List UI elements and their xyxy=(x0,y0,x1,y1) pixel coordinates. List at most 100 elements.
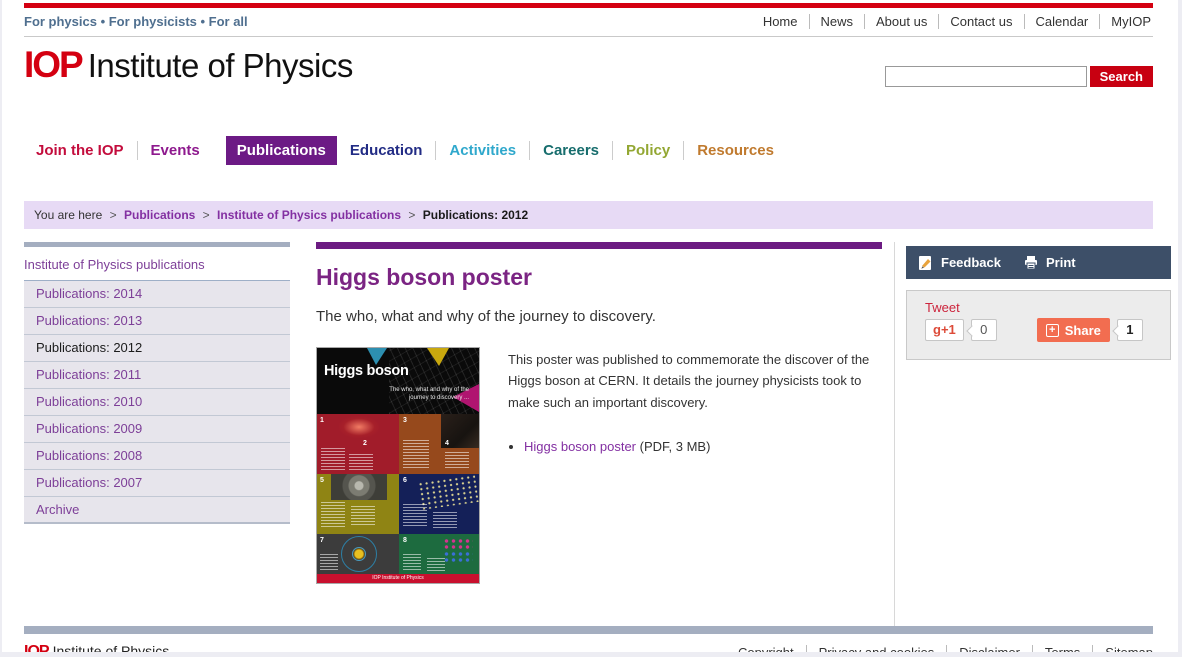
poster-detail xyxy=(349,454,373,470)
poster-yellow-triangle xyxy=(427,348,449,366)
sidebar-item-publications-2010[interactable]: Publications: 2010 xyxy=(24,389,290,416)
poster-orbit-center xyxy=(352,547,366,561)
sidebar-item-archive[interactable]: Archive xyxy=(24,497,290,524)
nav-policy[interactable]: Policy xyxy=(612,141,683,160)
breadcrumb-prefix: You are here xyxy=(34,208,102,222)
poster-panel-number: 3 xyxy=(403,417,407,424)
poster-detail xyxy=(320,554,338,572)
footer-link-terms[interactable]: Terms xyxy=(1032,645,1092,653)
sidebar-item-publications-2014[interactable]: Publications: 2014 xyxy=(24,281,290,308)
sidebar: Institute of Physics publications Public… xyxy=(24,242,290,626)
footer-link-sitemap[interactable]: Sitemap xyxy=(1092,645,1153,653)
toplink-news[interactable]: News xyxy=(809,14,865,29)
footer-bar xyxy=(24,626,1153,634)
poster-panel-red: 1 2 xyxy=(317,414,399,474)
poster-particle-grid xyxy=(443,538,473,550)
nav-education[interactable]: Education xyxy=(337,141,436,160)
search-area: Search xyxy=(885,50,1153,103)
page: For physics • For physicists • For all H… xyxy=(2,0,1178,652)
sidebar-item-publications-2013[interactable]: Publications: 2013 xyxy=(24,308,290,335)
toplink-calendar[interactable]: Calendar xyxy=(1024,14,1100,29)
download-list: Higgs boson poster (PDF, 3 MB) xyxy=(524,439,882,454)
google-plus-one-button[interactable]: g+1 xyxy=(925,319,964,341)
site-tagline: For physics • For physicists • For all xyxy=(24,14,248,29)
search-button[interactable]: Search xyxy=(1090,66,1153,87)
share-count-badge: 1 xyxy=(1117,319,1143,341)
footer-logo-mark: IOP xyxy=(24,643,49,652)
nav-careers[interactable]: Careers xyxy=(529,141,612,160)
poster-title: Higgs boson xyxy=(324,363,409,379)
poster-panel-number: 2 xyxy=(363,440,367,447)
poster-panel-dark: 7 xyxy=(317,534,399,576)
iop-logo-mark: IOP xyxy=(24,44,82,85)
description-text: This poster was published to commemorate… xyxy=(508,349,882,413)
pdf-size-label: (PDF, 3 MB) xyxy=(636,439,710,454)
sidebar-item-publications-2011[interactable]: Publications: 2011 xyxy=(24,362,290,389)
poster-detail xyxy=(351,506,375,526)
poster-panel-orange: 3 4 xyxy=(399,414,480,474)
poster-detail xyxy=(321,502,345,528)
share-label: Share xyxy=(1065,323,1101,338)
share-plus-icon: + xyxy=(1046,324,1059,337)
footer-link-copyright[interactable]: Copyright xyxy=(726,645,806,653)
poster-panel-number: 5 xyxy=(320,477,324,484)
nav-resources[interactable]: Resources xyxy=(683,141,787,160)
main-purple-bar xyxy=(316,242,882,249)
nav-events[interactable]: Events xyxy=(137,141,213,160)
poster-particle-grid xyxy=(443,551,473,563)
share-button[interactable]: + Share xyxy=(1037,318,1110,342)
sidebar-item-publications-2012[interactable]: Publications: 2012 xyxy=(24,335,290,362)
higgs-poster-thumbnail: Higgs boson The who, what and why of the… xyxy=(316,347,480,584)
main-column: Higgs boson poster The who, what and why… xyxy=(316,242,895,626)
poster-detector-photo xyxy=(331,474,387,500)
search-input[interactable] xyxy=(885,66,1087,87)
footer-logo-text: Institute of Physics xyxy=(53,643,170,652)
main-nav: Join the IOP Events Publications Educati… xyxy=(24,136,1153,165)
poster-nebula-image xyxy=(339,416,379,438)
print-icon xyxy=(1023,255,1039,271)
breadcrumb-current: Publications: 2012 xyxy=(423,208,528,222)
sidebar-item-publications-2007[interactable]: Publications: 2007 xyxy=(24,470,290,497)
breadcrumb-separator: > xyxy=(203,208,210,222)
poster-header: Higgs boson The who, what and why of the… xyxy=(317,348,479,414)
right-column: Feedback Print Tweet g+1 0 + Share xyxy=(906,242,1171,626)
poster-pdf-link[interactable]: Higgs boson poster xyxy=(524,439,636,454)
nav-activities[interactable]: Activities xyxy=(435,141,529,160)
utility-nav: Home News About us Contact us Calendar M… xyxy=(752,14,1153,29)
feedback-button[interactable]: Feedback xyxy=(918,255,1001,271)
header: IOPInstitute of Physics Search xyxy=(24,37,1153,103)
footer-link-privacy[interactable]: Privacy and cookies xyxy=(806,645,947,653)
page-subtitle: The who, what and why of the journey to … xyxy=(316,308,882,325)
sidebar-item-publications-2009[interactable]: Publications: 2009 xyxy=(24,416,290,443)
poster-footer-strip: IOP Institute of Physics xyxy=(317,574,479,583)
footer-link-disclaimer[interactable]: Disclaimer xyxy=(946,645,1032,653)
poster-subtitle: The who, what and why of the journey to … xyxy=(377,386,469,402)
description-block: This poster was published to commemorate… xyxy=(508,347,882,584)
toplink-contact-us[interactable]: Contact us xyxy=(938,14,1023,29)
footer-logo[interactable]: IOP Institute of Physics xyxy=(24,643,169,652)
breadcrumb: You are here > Publications > Institute … xyxy=(24,201,1153,229)
toplink-home[interactable]: Home xyxy=(752,14,809,29)
sidebar-heading-link[interactable]: Institute of Physics publications xyxy=(24,247,290,281)
toplink-about-us[interactable]: About us xyxy=(864,14,938,29)
print-button[interactable]: Print xyxy=(1023,255,1076,271)
breadcrumb-iop-publications[interactable]: Institute of Physics publications xyxy=(217,208,401,222)
social-share-box: Tweet g+1 0 + Share 1 xyxy=(906,290,1171,360)
poster-panel-number: 6 xyxy=(403,477,407,484)
poster-panel-number: 8 xyxy=(403,537,407,544)
footer-links: Copyright Privacy and cookies Disclaimer… xyxy=(726,645,1153,653)
breadcrumb-publications[interactable]: Publications xyxy=(124,208,195,222)
nav-join-the-iop[interactable]: Join the IOP xyxy=(24,141,137,160)
poster-panel-olive: 5 xyxy=(317,474,399,534)
iop-logo[interactable]: IOPInstitute of Physics xyxy=(24,44,353,103)
tweet-button[interactable]: Tweet xyxy=(925,300,1170,315)
toplink-myiop[interactable]: MyIOP xyxy=(1099,14,1153,29)
nav-publications-active[interactable]: Publications xyxy=(226,136,337,165)
page-title: Higgs boson poster xyxy=(316,264,882,291)
sidebar-item-publications-2008[interactable]: Publications: 2008 xyxy=(24,443,290,470)
poster-detail xyxy=(427,558,445,572)
feedback-label: Feedback xyxy=(941,255,1001,270)
gplus-count-badge: 0 xyxy=(971,319,997,341)
breadcrumb-separator: > xyxy=(110,208,117,222)
iop-logo-text: Institute of Physics xyxy=(88,47,353,84)
